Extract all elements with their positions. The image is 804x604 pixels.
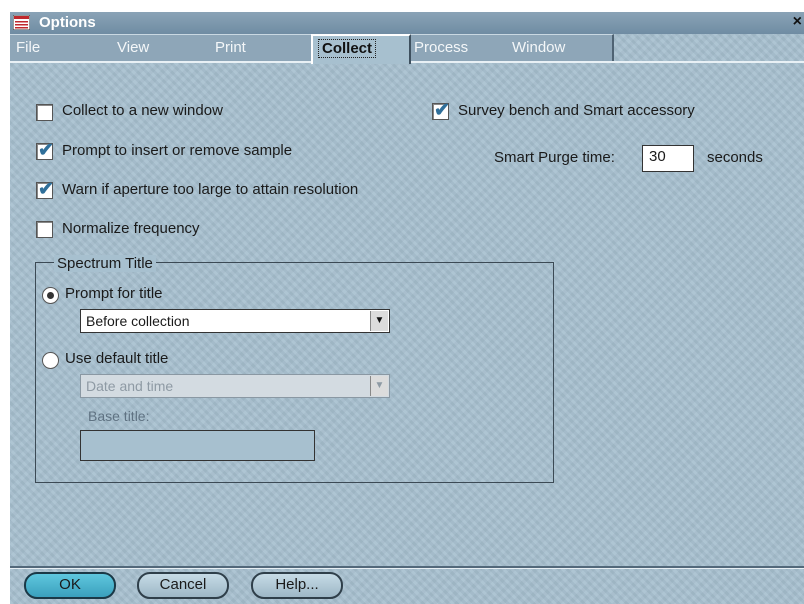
- prompt-title-select-value: Before collection: [86, 313, 190, 329]
- checkmark-icon: ✔: [38, 179, 54, 200]
- checkmark-icon: ✔: [38, 140, 54, 161]
- checkmark-icon: ✔: [434, 100, 450, 121]
- survey-bench-checkbox[interactable]: ✔: [432, 100, 450, 121]
- help-button[interactable]: Help...: [251, 572, 343, 599]
- use-default-title-label: Use default title: [65, 350, 169, 367]
- prompt-title-select[interactable]: Before collection ▼: [80, 309, 390, 333]
- collect-new-window-checkbox[interactable]: [36, 104, 53, 121]
- default-title-select-value: Date and time: [86, 378, 174, 394]
- prompt-sample-checkbox[interactable]: ✔: [36, 140, 54, 161]
- tab-print[interactable]: Print: [209, 34, 313, 61]
- tab-collect[interactable]: Collect: [311, 34, 411, 64]
- title-bar: Options ×: [10, 12, 804, 34]
- smart-purge-input[interactable]: 30: [642, 145, 694, 172]
- survey-bench-label: Survey bench and Smart accessory: [458, 102, 695, 119]
- prompt-for-title-label: Prompt for title: [65, 285, 163, 302]
- smart-purge-units: seconds: [707, 149, 763, 166]
- tab-window[interactable]: Window: [506, 34, 614, 61]
- chevron-down-icon[interactable]: ▼: [370, 376, 388, 396]
- cancel-button[interactable]: Cancel: [137, 572, 229, 599]
- warn-aperture-checkbox[interactable]: ✔: [36, 179, 54, 200]
- base-title-input[interactable]: [80, 430, 315, 461]
- options-dialog: Options × File View Print Process Window…: [10, 12, 804, 604]
- prompt-sample-label: Prompt to insert or remove sample: [62, 142, 293, 159]
- ok-button[interactable]: OK: [24, 572, 116, 599]
- tab-view[interactable]: View: [111, 34, 215, 61]
- normalize-frequency-label: Normalize frequency: [62, 220, 200, 237]
- spectrum-title-legend: Spectrum Title: [54, 255, 156, 272]
- tab-process[interactable]: Process: [408, 34, 512, 61]
- window-title: Options: [39, 14, 96, 31]
- smart-purge-label: Smart Purge time:: [494, 149, 615, 166]
- normalize-frequency-checkbox[interactable]: [36, 221, 53, 238]
- collect-new-window-label: Collect to a new window: [62, 102, 223, 119]
- use-default-title-radio[interactable]: [42, 352, 59, 369]
- close-icon[interactable]: ×: [793, 13, 802, 31]
- prompt-for-title-radio[interactable]: [42, 287, 59, 304]
- tab-file[interactable]: File: [10, 34, 117, 61]
- app-icon: [13, 15, 30, 30]
- default-title-select[interactable]: Date and time ▼: [80, 374, 390, 398]
- warn-aperture-label: Warn if aperture too large to attain res…: [62, 181, 359, 198]
- chevron-down-icon[interactable]: ▼: [370, 311, 388, 331]
- base-title-label: Base title:: [88, 408, 150, 424]
